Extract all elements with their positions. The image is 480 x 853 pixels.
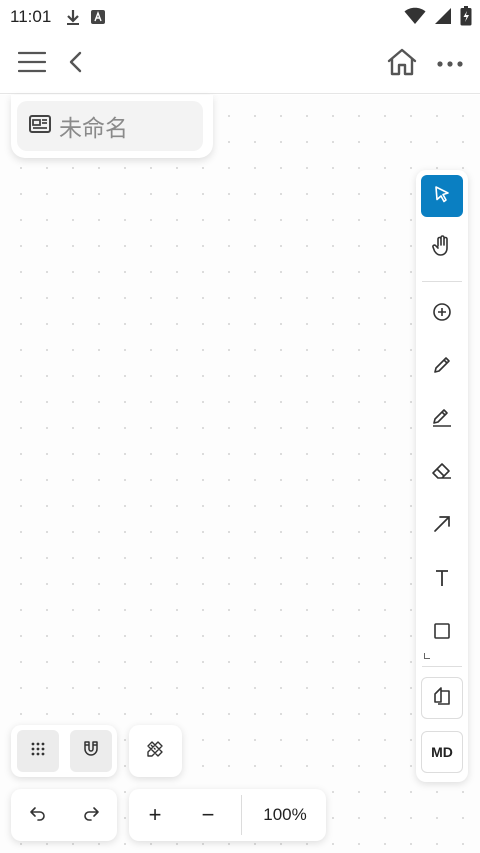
- shapes-icon: [432, 686, 452, 711]
- font-app-icon: [91, 10, 106, 24]
- tool-palette: MD: [416, 170, 468, 782]
- title-placeholder: 未命名: [59, 115, 128, 141]
- markdown-button[interactable]: MD: [421, 731, 463, 773]
- undo-button[interactable]: [17, 794, 59, 836]
- rectangle-icon: [433, 622, 451, 645]
- grid-snap-panel: [11, 725, 117, 777]
- zoom-out-label: −: [201, 802, 215, 827]
- status-bar: 11:01: [0, 0, 480, 34]
- magnet-icon: [82, 740, 100, 763]
- menu-button[interactable]: [14, 46, 50, 82]
- zoom-level: 100%: [263, 805, 307, 824]
- battery-icon: [460, 6, 472, 31]
- snap-toggle-button[interactable]: [70, 730, 112, 772]
- home-button[interactable]: [384, 46, 420, 82]
- undo-icon: [29, 805, 47, 826]
- text-tool[interactable]: [421, 559, 463, 601]
- arrow-icon: [432, 514, 452, 539]
- pen-icon: [432, 355, 452, 380]
- text-icon: [434, 569, 450, 592]
- grid-dots-icon: [30, 741, 46, 762]
- highlighter-tool[interactable]: [421, 399, 463, 441]
- app-bar: [0, 34, 480, 94]
- menu-icon: [17, 51, 47, 78]
- hand-tool[interactable]: [421, 227, 463, 269]
- select-tool[interactable]: [421, 175, 463, 217]
- toolbar-divider: [422, 666, 462, 667]
- zoom-panel: + − 100%: [129, 789, 326, 841]
- download-icon: [65, 8, 81, 26]
- ruler-button[interactable]: [134, 730, 176, 772]
- wifi-icon: [404, 7, 426, 30]
- zoom-out-button[interactable]: −: [187, 794, 229, 836]
- zoom-level-button[interactable]: 100%: [249, 794, 321, 836]
- back-icon: [68, 51, 82, 78]
- add-tool[interactable]: [421, 293, 463, 335]
- markdown-label: MD: [431, 744, 453, 760]
- pen-tool[interactable]: [421, 346, 463, 388]
- redo-icon: [82, 805, 100, 826]
- highlighter-icon: [431, 408, 453, 433]
- toolbar-divider: [422, 281, 462, 282]
- submenu-corner-icon: [424, 646, 430, 664]
- signal-icon: [434, 7, 452, 30]
- hand-icon: [432, 234, 452, 262]
- title-field[interactable]: 未命名: [17, 101, 203, 151]
- grid-toggle-button[interactable]: [17, 730, 59, 772]
- eraser-tool[interactable]: [421, 452, 463, 494]
- more-icon: [436, 55, 464, 73]
- eraser-icon: [431, 461, 453, 486]
- select-icon: [433, 185, 451, 208]
- back-button[interactable]: [57, 46, 93, 82]
- title-card: 未命名: [11, 95, 213, 158]
- ruler-pencil-icon: [145, 739, 165, 764]
- add-circle-icon: [432, 302, 452, 327]
- history-panel: [11, 789, 117, 841]
- zoom-in-button[interactable]: +: [134, 794, 176, 836]
- zoom-separator: [241, 795, 242, 835]
- zoom-in-label: +: [148, 802, 162, 827]
- ruler-panel: [129, 725, 182, 777]
- arrow-tool[interactable]: [421, 505, 463, 547]
- shapes-tool[interactable]: [421, 677, 463, 719]
- board-icon: [29, 114, 51, 138]
- redo-button[interactable]: [70, 794, 112, 836]
- more-button[interactable]: [432, 46, 468, 82]
- status-time: 11:01: [10, 7, 52, 26]
- home-icon: [387, 48, 417, 81]
